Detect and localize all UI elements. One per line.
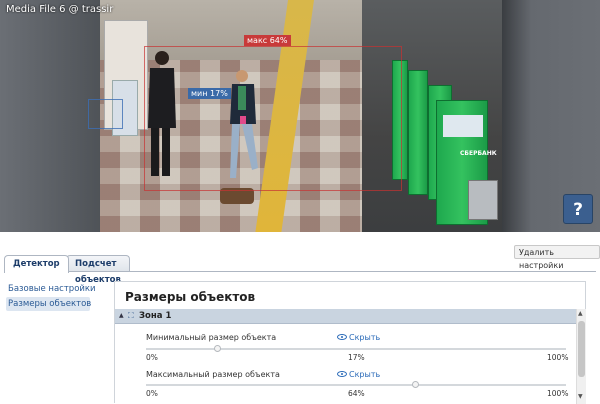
tab-detector[interactable]: Детектор [4,255,69,273]
eye-hide-icon [337,371,347,377]
min-size-frame [88,99,123,129]
hide-link-text: Скрыть [349,370,381,379]
help-button[interactable]: ? [563,194,593,224]
video-title: Media File 6 @ trassir [6,4,114,15]
trash-bin [468,180,498,220]
sidebar-item-object-sizes[interactable]: Размеры объектов [6,297,91,311]
eye-hide-icon [337,334,347,340]
min-size-label: мин 17% [188,88,231,99]
max-size-value: 64% [348,389,365,398]
hide-link-text: Скрыть [349,333,381,342]
atm-brand-text: СБЕРБАНК [460,150,497,157]
zone-header[interactable]: ▲ ⛶ Зона 1 [115,309,576,324]
min-size-slider[interactable] [146,345,566,352]
min-size-value: 17% [348,353,365,362]
min-size-min-tick: 0% [146,353,158,362]
zone-label: Зона 1 [139,311,172,321]
video-letterbox-left [0,0,100,232]
atm-machine [408,70,428,195]
collapse-arrow-icon[interactable]: ▲ [119,312,124,319]
min-size-hide-link[interactable]: Скрыть [337,333,380,342]
min-size-max-tick: 100% [547,353,569,362]
zone-icon: ⛶ [128,311,134,320]
video-view[interactable]: СБЕРБАНК макс 64% мин 17% Media File 6 @… [0,0,600,232]
max-size-label-text: Максимальный размер объекта [146,370,280,379]
min-size-slider-thumb[interactable] [214,345,222,352]
sidebar-item-basic-settings[interactable]: Базовые настройки [6,282,96,296]
max-size-slider[interactable] [146,381,566,388]
max-size-slider-thumb[interactable] [411,381,419,388]
tab-object-count[interactable]: Подсчет объектов [66,255,130,285]
min-size-label-text: Минимальный размер объекта [146,333,277,342]
max-size-frame [144,46,402,191]
max-size-max-tick: 100% [547,389,569,398]
scroll-down-icon[interactable]: ▼ [578,393,583,400]
max-size-label: макс 64% [244,35,291,46]
panel-title: Размеры объектов [125,290,256,304]
max-size-hide-link[interactable]: Скрыть [337,370,380,379]
scroll-thumb[interactable] [578,321,585,377]
sidebar: Базовые настройки Размеры объектов [6,282,96,312]
scroll-up-icon[interactable]: ▲ [578,310,583,317]
panel-scrollbar[interactable]: ▲ ▼ [576,309,586,404]
settings-panel: Размеры объектов ▲ ⛶ Зона 1 Минимальный … [114,281,586,404]
delete-settings-button[interactable]: Удалить настройки [514,245,600,270]
max-size-min-tick: 0% [146,389,158,398]
tab-divider [4,271,596,272]
